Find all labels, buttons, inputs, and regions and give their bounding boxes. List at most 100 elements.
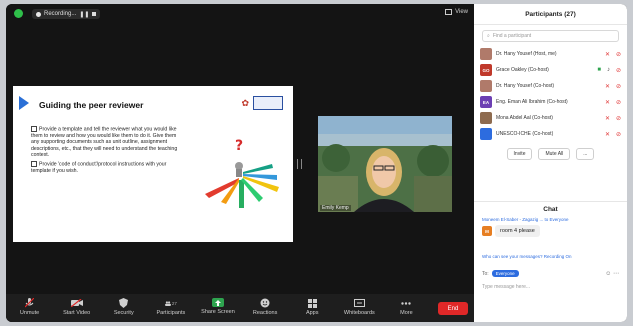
video-off-icon: ⊘ xyxy=(615,115,621,122)
participant-row[interactable]: EA Eng. Eman Ali Ibrahim (Co-host) ✕ ⊘ xyxy=(480,94,621,110)
video-off-icon: ⊘ xyxy=(615,67,621,74)
stop-icon[interactable] xyxy=(92,12,97,16)
recipient-select[interactable]: Everyone xyxy=(491,270,519,277)
search-placeholder: Find a participant xyxy=(492,33,532,39)
reactions-icon xyxy=(259,298,271,308)
participant-row[interactable]: Mona Abdel Aal (Co-host) ✕ ⊘ xyxy=(480,110,621,126)
arrows-illustration: ? xyxy=(205,138,279,208)
view-label: View xyxy=(455,9,468,15)
participant-name: Dr. Hany Yousef (Co-host) xyxy=(496,83,555,89)
record-dot-icon xyxy=(36,11,41,17)
unmute-label: Unmute xyxy=(19,310,40,316)
participant-row[interactable]: Dr. Hany Yousef (Co-host) ✕ ⊘ xyxy=(480,78,621,94)
slide-logos: ✿ xyxy=(241,96,283,110)
mic-muted-icon: ✕ xyxy=(604,115,610,122)
meeting-area: Recording... ❚❚ View Guiding the peer re… xyxy=(6,4,474,322)
video-off-icon: ⊘ xyxy=(615,99,621,106)
unmute-button[interactable]: Unmute xyxy=(6,294,53,322)
participant-name: UNESCO-ICHE (Co-host) xyxy=(496,131,554,137)
encryption-shield-icon[interactable] xyxy=(14,9,23,18)
speaker-name-label: Emily Kemp xyxy=(320,205,351,211)
share-screen-button[interactable]: Share Screen xyxy=(194,294,241,322)
grid-icon xyxy=(445,9,453,15)
participant-name: Eng. Eman Ali Ibrahim (Co-host) xyxy=(496,99,568,105)
chat-message: Moneem El-Saber - Zagazig ... to Everyon… xyxy=(482,217,622,237)
video-off-icon xyxy=(70,298,83,308)
participants-icon: 27 xyxy=(164,298,177,308)
participant-row[interactable]: GO Grace Oakley (Co-host) ■ ♪ ⊘ xyxy=(480,62,621,78)
end-meeting-button[interactable]: End xyxy=(437,302,468,315)
avatar: M xyxy=(482,226,492,236)
meeting-toolbar: Unmute Start Video Security 27 Participa… xyxy=(6,294,474,322)
avatar xyxy=(480,80,492,92)
more-button[interactable]: More xyxy=(383,294,430,322)
recording-indicator[interactable]: Recording... ❚❚ xyxy=(32,9,101,19)
invite-button[interactable]: Invite xyxy=(506,148,533,160)
slide-bullets: Provide a template and tell the reviewer… xyxy=(31,126,181,178)
security-button[interactable]: Security xyxy=(100,294,147,322)
reactions-label: Reactions xyxy=(252,310,278,316)
participants-label: Participants xyxy=(156,310,186,316)
speaker-video-feed xyxy=(318,116,452,212)
search-icon: ⌕ xyxy=(487,33,490,39)
avatar: EA xyxy=(480,96,492,108)
chat-message-input[interactable]: Type message here... xyxy=(482,284,530,290)
participants-title: Participants (27) xyxy=(474,4,627,25)
to-label: To: xyxy=(482,270,489,277)
mute-all-button[interactable]: Mute All xyxy=(538,148,571,160)
apps-icon xyxy=(306,298,318,308)
chat-recipient-row: To: Everyone xyxy=(482,270,519,277)
apps-button[interactable]: Apps xyxy=(289,294,336,322)
recording-label: Recording... xyxy=(44,11,77,17)
whiteboards-label: Whiteboards xyxy=(343,310,375,316)
pause-icon[interactable]: ❚❚ xyxy=(79,11,89,18)
logo-red: ✿ xyxy=(241,97,249,108)
slide-bullet: Provide 'code of conduct'/protocol instr… xyxy=(31,161,181,174)
avatar xyxy=(480,48,492,60)
emoji-icon[interactable]: ☺ xyxy=(605,271,611,277)
chat-more-icon[interactable]: ⋯ xyxy=(613,271,619,277)
view-button[interactable]: View xyxy=(445,9,468,15)
chat-visibility-link[interactable]: Who can see your messages? Recording On xyxy=(482,254,572,259)
start-video-label: Start Video xyxy=(63,310,91,316)
participants-count: 27 xyxy=(171,300,177,306)
video-off-icon: ⊘ xyxy=(615,131,621,138)
more-label: More xyxy=(400,310,413,316)
participants-button[interactable]: 27 Participants xyxy=(147,294,194,322)
split-divider-handle[interactable] xyxy=(297,159,302,169)
chat-title: Chat xyxy=(474,201,627,216)
share-screen-icon xyxy=(211,298,224,307)
avatar xyxy=(480,112,492,124)
speaker-video[interactable]: Emily Kemp xyxy=(318,116,452,212)
avatar: GO xyxy=(480,64,492,76)
meeting-topbar: Recording... ❚❚ View xyxy=(6,4,474,22)
mic-muted-icon: ✕ xyxy=(604,131,610,138)
share-screen-icon: ■ xyxy=(597,67,601,73)
participant-name: Dr. Hany Yousef (Host, me) xyxy=(496,51,557,57)
security-label: Security xyxy=(113,310,134,316)
mic-muted-icon: ✕ xyxy=(604,51,610,58)
whiteboard-icon xyxy=(353,298,365,308)
mic-muted-icon xyxy=(24,298,36,308)
slide-arrow-mark xyxy=(19,96,29,110)
participant-row[interactable]: UNESCO-ICHE (Co-host) ✕ ⊘ xyxy=(480,126,621,142)
svg-text:?: ? xyxy=(235,138,243,154)
start-video-button[interactable]: Start Video xyxy=(53,294,100,322)
more-icon xyxy=(400,298,412,308)
slide-title: Guiding the peer reviewer xyxy=(39,100,144,110)
mic-icon: ♪ xyxy=(606,67,610,73)
mic-muted-icon: ✕ xyxy=(604,83,610,90)
reactions-button[interactable]: Reactions xyxy=(242,294,289,322)
more-options-button[interactable]: ... xyxy=(576,148,595,160)
whiteboards-button[interactable]: Whiteboards xyxy=(336,294,383,322)
participant-row[interactable]: Dr. Hany Yousef (Host, me) ✕ ⊘ xyxy=(480,46,621,62)
video-off-icon: ⊘ xyxy=(615,83,621,90)
participant-search-input[interactable]: ⌕ Find a participant xyxy=(482,30,619,42)
participant-list: Dr. Hany Yousef (Host, me) ✕ ⊘ GO Grace … xyxy=(474,46,627,142)
slide-bullet-text: Provide 'code of conduct'/protocol instr… xyxy=(31,161,167,175)
side-panel: Participants (27) ⌕ Find a participant D… xyxy=(474,4,627,322)
participant-actions: Invite Mute All ... xyxy=(474,142,627,166)
chat-sender-line: Moneem El-Saber - Zagazig ... to Everyon… xyxy=(482,217,569,222)
participant-name: Mona Abdel Aal (Co-host) xyxy=(496,115,553,121)
shared-slide: Guiding the peer reviewer ✿ Provide a te… xyxy=(13,86,293,242)
